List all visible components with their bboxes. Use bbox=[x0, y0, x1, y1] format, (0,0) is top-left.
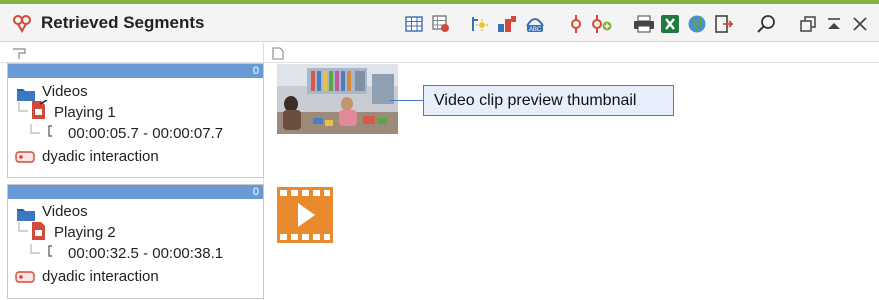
excel-export-icon[interactable] bbox=[659, 13, 681, 35]
matrix-view-icon[interactable] bbox=[430, 13, 452, 35]
folder-label[interactable]: Videos bbox=[42, 203, 88, 221]
segment-count: 0 bbox=[252, 65, 259, 77]
callout-leader-line bbox=[390, 100, 424, 101]
video-film-icon[interactable] bbox=[277, 187, 333, 243]
segment-count: 0 bbox=[252, 186, 259, 198]
globe-icon[interactable] bbox=[686, 13, 708, 35]
bar-chart-icon[interactable] bbox=[496, 13, 518, 35]
tree-connector-icon bbox=[16, 102, 30, 121]
segment-card-header: 0 bbox=[8, 185, 263, 199]
window-title: Retrieved Segments bbox=[41, 13, 205, 32]
retrieved-segments-icon bbox=[12, 13, 32, 34]
search-icon[interactable] bbox=[755, 13, 777, 35]
preview-column-icon[interactable] bbox=[272, 47, 284, 65]
segment-timecode[interactable]: 00:00:05.7 - 00:00:07.7 bbox=[68, 125, 223, 143]
code-tag-icon bbox=[15, 150, 35, 169]
folder-label[interactable]: Videos bbox=[42, 83, 88, 101]
close-icon[interactable] bbox=[849, 13, 871, 35]
settings-magic-icon[interactable] bbox=[468, 13, 490, 35]
print-icon[interactable] bbox=[633, 13, 655, 35]
minimize-icon[interactable] bbox=[823, 13, 845, 35]
tree-connector-icon bbox=[28, 244, 58, 263]
segment-timecode[interactable]: 00:00:32.5 - 00:00:38.1 bbox=[68, 245, 223, 263]
code-label[interactable]: dyadic interaction bbox=[42, 268, 159, 286]
export-icon[interactable] bbox=[713, 13, 735, 35]
activate-code-icon[interactable] bbox=[565, 13, 587, 35]
preview-callout-label: Video clip preview thumbnail bbox=[423, 85, 674, 116]
window-titlebar: Retrieved Segments ABC bbox=[0, 4, 879, 42]
restore-icon[interactable] bbox=[797, 13, 819, 35]
segment-card-header: 0 bbox=[8, 64, 263, 78]
svg-text:ABC: ABC bbox=[529, 27, 542, 33]
table-view-icon[interactable] bbox=[403, 13, 425, 35]
document-label[interactable]: Playing 1 bbox=[54, 104, 116, 122]
code-tag-icon bbox=[15, 270, 35, 289]
add-code-icon[interactable] bbox=[591, 13, 613, 35]
video-document-icon bbox=[30, 221, 48, 246]
column-header-bar bbox=[0, 43, 879, 63]
segment-card-2[interactable]: 0 Videos Playing 2 00:00:32.5 - 00:00:38… bbox=[7, 184, 264, 299]
tree-connector-icon bbox=[16, 222, 30, 241]
code-label[interactable]: dyadic interaction bbox=[42, 148, 159, 166]
tree-connector-icon bbox=[28, 124, 58, 143]
video-clip-preview-thumbnail[interactable] bbox=[277, 64, 398, 134]
video-document-icon bbox=[30, 99, 48, 125]
abc-text-icon[interactable]: ABC bbox=[524, 13, 546, 35]
document-label[interactable]: Playing 2 bbox=[54, 224, 116, 242]
segment-card-1[interactable]: 0 Videos Playing 1 00:00:05.7 - 00:00:07… bbox=[7, 63, 264, 178]
